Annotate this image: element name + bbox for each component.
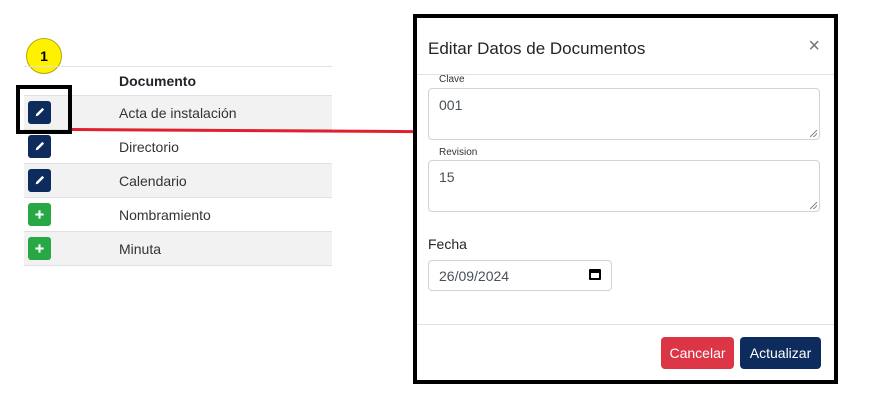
revision-value: 15 (439, 169, 455, 185)
table-row: Calendario (24, 163, 332, 198)
table-row: Minuta (24, 231, 332, 266)
resize-handle-icon[interactable] (810, 202, 817, 209)
modal-title: Editar Datos de Documentos (428, 39, 646, 58)
plus-icon (35, 210, 44, 219)
document-column-header: Documento (119, 66, 332, 96)
document-name: Directorio (119, 129, 332, 164)
pencil-icon (35, 175, 45, 185)
edit-documents-modal: Editar Datos de Documentos × Clave 001 R… (413, 14, 838, 384)
resize-handle-icon[interactable] (810, 130, 817, 137)
clave-value: 001 (439, 97, 463, 113)
plus-icon (35, 244, 44, 253)
revision-textarea[interactable]: 15 (428, 160, 820, 212)
add-button[interactable] (28, 237, 51, 260)
edit-button[interactable] (28, 135, 51, 158)
close-button[interactable]: × (808, 36, 820, 56)
table-row: Nombramiento (24, 197, 332, 232)
fecha-value: 26/09/2024 (439, 268, 510, 284)
document-name: Calendario (119, 163, 332, 198)
clave-textarea[interactable]: 001 (428, 88, 820, 140)
highlight-box (16, 85, 72, 134)
add-button[interactable] (28, 203, 51, 226)
edit-button[interactable] (28, 169, 51, 192)
table-row: Directorio (24, 129, 332, 164)
step-number: 1 (40, 48, 48, 64)
modal-header: Editar Datos de Documentos × (417, 18, 834, 75)
pencil-icon (35, 141, 45, 151)
cancel-button[interactable]: Cancelar (661, 337, 734, 369)
modal-footer (417, 324, 834, 325)
document-name: Acta de instalación (119, 95, 332, 130)
document-name: Minuta (119, 231, 332, 266)
calendar-icon[interactable] (589, 269, 601, 280)
revision-label: Revision (439, 147, 478, 158)
fecha-label: Fecha (428, 236, 467, 252)
update-button[interactable]: Actualizar (740, 337, 821, 369)
clave-label: Clave (439, 74, 465, 85)
document-name: Nombramiento (119, 197, 332, 232)
fecha-date-input[interactable]: 26/09/2024 (428, 260, 612, 291)
